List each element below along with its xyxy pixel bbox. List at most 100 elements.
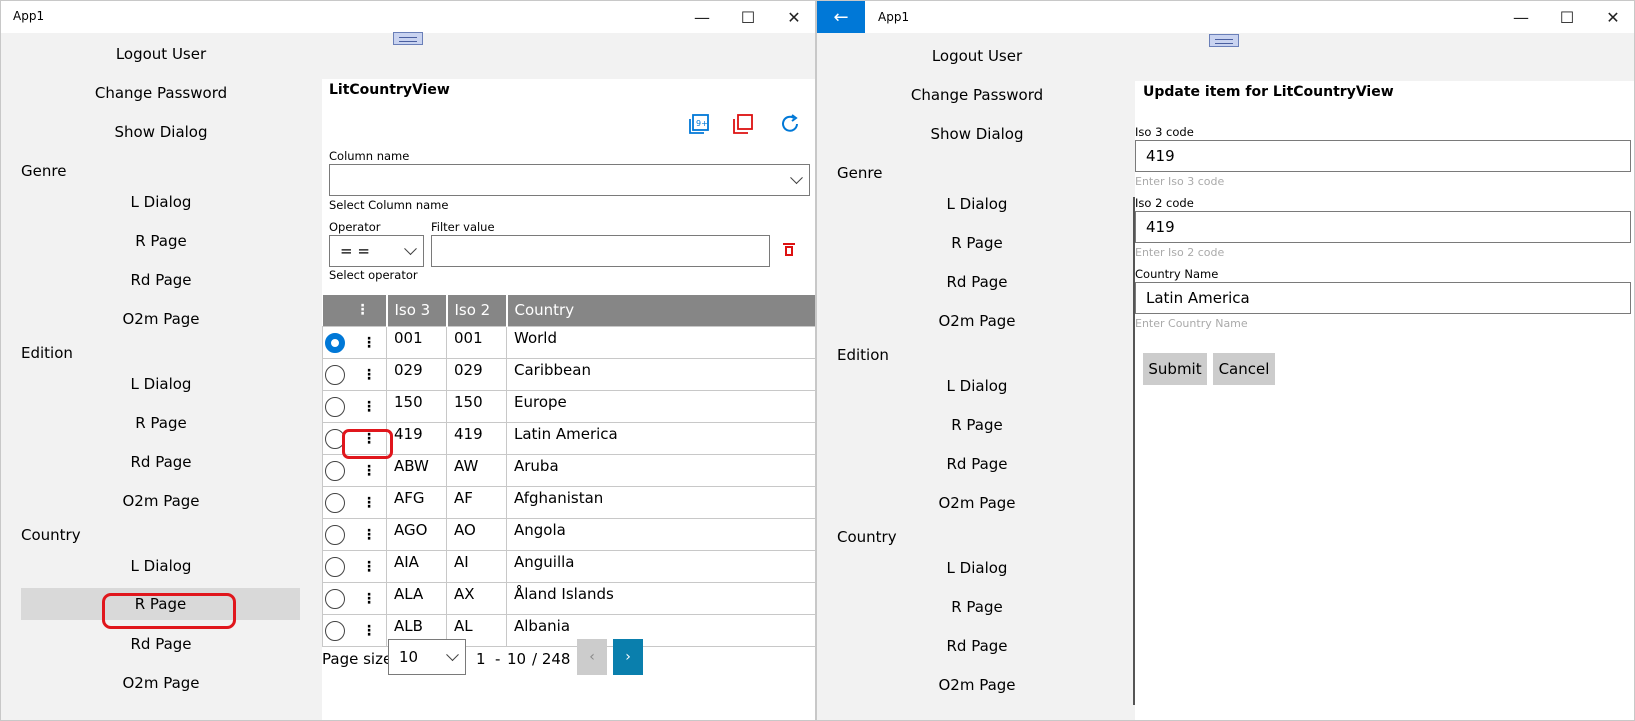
iso2-input[interactable]: 419 <box>1135 211 1631 243</box>
row-menu-icon[interactable]: ⋮ <box>362 335 376 351</box>
submit-button[interactable]: Submit <box>1143 353 1207 385</box>
nav-group-country: Country <box>837 528 897 546</box>
table-row[interactable]: ⋮ AFG AF Afghanistan <box>322 485 815 519</box>
chevron-down-icon <box>790 171 803 185</box>
add-multiple-icon[interactable]: 9+ <box>688 113 710 135</box>
nav-group-genre: Genre <box>837 164 883 182</box>
close-button[interactable]: ✕ <box>771 1 815 33</box>
nav-item-genre-l-dialog[interactable]: L Dialog <box>837 195 1117 213</box>
iso3-cell: 001 <box>386 325 447 359</box>
operator-select[interactable]: = = <box>329 235 424 267</box>
close-button[interactable]: ✕ <box>1590 1 1634 33</box>
country-name-input[interactable]: Latin America <box>1135 282 1631 314</box>
nav-item-country-l-dialog[interactable]: L Dialog <box>21 557 301 575</box>
nav-item-genre-r-page[interactable]: R Page <box>21 232 301 250</box>
row-radio-button[interactable] <box>325 493 345 513</box>
filter-value-label: Filter value <box>431 220 495 234</box>
nav-item-edition-o2m-page[interactable]: O2m Page <box>837 494 1117 512</box>
country-cell: Latin America <box>506 421 815 455</box>
row-radio-button[interactable] <box>325 333 345 353</box>
nav-item-show-dialog[interactable]: Show Dialog <box>21 123 301 141</box>
table-row[interactable]: ⋮ AIA AI Anguilla <box>322 549 815 583</box>
row-radio-button[interactable] <box>325 589 345 609</box>
iso3-input[interactable]: 419 <box>1135 140 1631 172</box>
row-menu-icon[interactable]: ⋮ <box>362 399 376 415</box>
delete-selected-icon[interactable] <box>732 113 754 135</box>
row-radio-button[interactable] <box>325 557 345 577</box>
cancel-button[interactable]: Cancel <box>1213 353 1275 385</box>
iso2-cell: 001 <box>446 325 507 359</box>
column-name-label: Column name <box>329 149 410 163</box>
nav-item-edition-l-dialog[interactable]: L Dialog <box>21 375 301 393</box>
table-row[interactable]: ⋮ 419 419 Latin America <box>322 421 815 455</box>
row-radio-button[interactable] <box>325 397 345 417</box>
table-row[interactable]: ⋮ ALA AX Åland Islands <box>322 581 815 615</box>
nav-item-genre-rd-page[interactable]: Rd Page <box>837 273 1117 291</box>
nav-item-edition-r-page[interactable]: R Page <box>21 414 301 432</box>
row-menu-icon[interactable]: ⋮ <box>362 495 376 511</box>
iso3-cell: AFG <box>386 485 447 519</box>
nav-item-genre-o2m-page[interactable]: O2m Page <box>837 312 1117 330</box>
nav-item-edition-l-dialog[interactable]: L Dialog <box>837 377 1117 395</box>
previous-page-button[interactable]: ‹ <box>577 639 607 675</box>
next-page-button[interactable]: › <box>613 639 643 675</box>
operator-hint: Select operator <box>329 268 418 282</box>
row-radio-button[interactable] <box>325 461 345 481</box>
chevron-down-icon <box>446 648 459 662</box>
nav-item-country-o2m-page[interactable]: O2m Page <box>21 674 301 692</box>
nav-item-country-o2m-page[interactable]: O2m Page <box>837 676 1117 694</box>
nav-item-logout-user[interactable]: Logout User <box>21 45 301 63</box>
iso3-cell: ALA <box>386 581 447 615</box>
form-title: Update item for LitCountryView <box>1143 84 1394 100</box>
row-radio-button[interactable] <box>325 365 345 385</box>
row-menu-icon[interactable]: ⋮ <box>362 527 376 543</box>
table-row[interactable]: ⋮ AGO AO Angola <box>322 517 815 551</box>
row-menu-icon[interactable]: ⋮ <box>362 591 376 607</box>
row-menu-icon[interactable]: ⋮ <box>362 559 376 575</box>
row-menu-icon[interactable]: ⋮ <box>362 463 376 479</box>
nav-item-country-rd-page[interactable]: Rd Page <box>21 635 301 653</box>
page-size-select[interactable]: 10 <box>388 639 466 675</box>
nav-item-edition-r-page[interactable]: R Page <box>837 416 1117 434</box>
pane-toggle-icon[interactable] <box>393 32 423 45</box>
country-cell: Caribbean <box>506 357 815 391</box>
table-row[interactable]: ⋮ 150 150 Europe <box>322 389 815 423</box>
minimize-button[interactable]: — <box>679 1 725 33</box>
iso3-cell: AGO <box>386 517 447 551</box>
back-arrow-icon[interactable]: ← <box>817 1 865 33</box>
nav-item-show-dialog[interactable]: Show Dialog <box>837 125 1117 143</box>
refresh-icon[interactable] <box>779 113 801 135</box>
maximize-button[interactable]: ☐ <box>725 1 771 33</box>
maximize-button[interactable]: ☐ <box>1544 1 1590 33</box>
column-header-country[interactable]: Country <box>506 295 815 326</box>
row-menu-icon[interactable]: ⋮ <box>362 367 376 383</box>
nav-item-edition-rd-page[interactable]: Rd Page <box>21 453 301 471</box>
nav-item-change-password[interactable]: Change Password <box>837 86 1117 104</box>
table-row[interactable]: ⋮ ABW AW Aruba <box>322 453 815 487</box>
nav-item-country-rd-page[interactable]: Rd Page <box>837 637 1117 655</box>
column-header-iso3[interactable]: Iso 3 <box>386 295 448 326</box>
table-row[interactable]: ⋮ 001 001 World <box>322 325 815 359</box>
nav-item-logout-user[interactable]: Logout User <box>837 47 1117 65</box>
nav-item-country-l-dialog[interactable]: L Dialog <box>837 559 1117 577</box>
nav-item-genre-r-page[interactable]: R Page <box>837 234 1117 252</box>
nav-item-edition-rd-page[interactable]: Rd Page <box>837 455 1117 473</box>
iso3-cell: ABW <box>386 453 447 487</box>
column-menu-header[interactable]: ⋮ <box>322 295 388 326</box>
column-header-iso2[interactable]: Iso 2 <box>446 295 508 326</box>
row-menu-icon[interactable]: ⋮ <box>362 623 376 639</box>
trash-icon[interactable] <box>783 243 795 257</box>
nav-item-country-r-page[interactable]: R Page <box>837 598 1117 616</box>
pane-toggle-icon[interactable] <box>1209 34 1239 47</box>
row-radio-button[interactable] <box>325 525 345 545</box>
filter-value-input[interactable] <box>431 235 770 267</box>
nav-item-genre-l-dialog[interactable]: L Dialog <box>21 193 301 211</box>
row-radio-button[interactable] <box>325 621 345 641</box>
nav-item-edition-o2m-page[interactable]: O2m Page <box>21 492 301 510</box>
column-name-select[interactable] <box>329 164 810 196</box>
nav-item-change-password[interactable]: Change Password <box>21 84 301 102</box>
table-row[interactable]: ⋮ 029 029 Caribbean <box>322 357 815 391</box>
nav-item-genre-o2m-page[interactable]: O2m Page <box>21 310 301 328</box>
minimize-button[interactable]: — <box>1498 1 1544 33</box>
nav-item-genre-rd-page[interactable]: Rd Page <box>21 271 301 289</box>
